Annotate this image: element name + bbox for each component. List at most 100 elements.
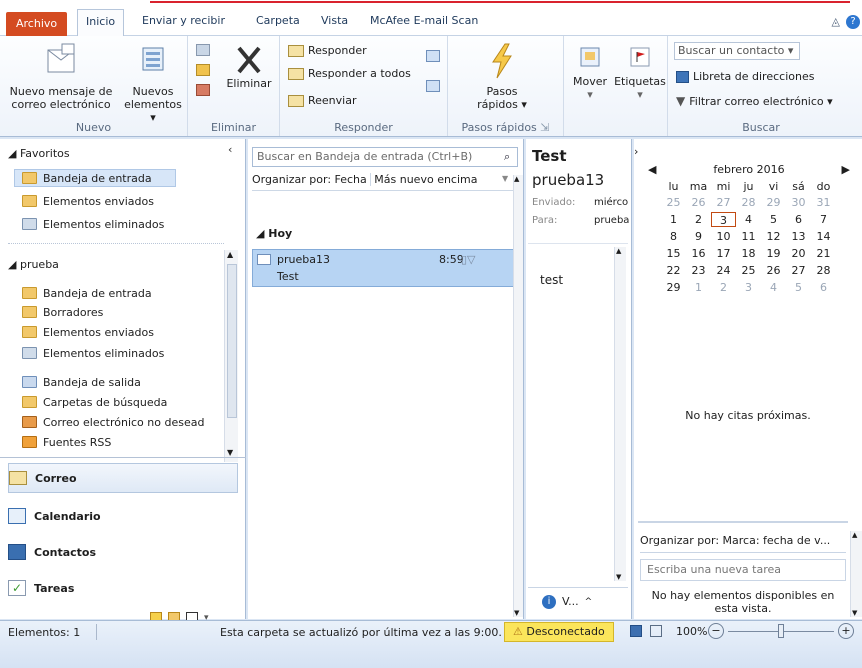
calendar-day[interactable]: 3 (711, 212, 736, 227)
calendar-day[interactable]: 26 (761, 263, 786, 278)
tab-inicio[interactable]: Inicio (77, 9, 125, 36)
folder-drafts[interactable]: Borradores (22, 303, 103, 321)
junk-icon[interactable] (196, 84, 210, 96)
calendar-day[interactable]: 20 (786, 246, 811, 261)
scroll-down-icon[interactable]: ▼ (852, 609, 857, 617)
reply-all-button[interactable]: Responder a todos (288, 67, 411, 80)
calendar-day[interactable]: 31 (811, 195, 836, 210)
folder-outbox[interactable]: Bandeja de salida (22, 373, 141, 391)
calendar-day[interactable]: 21 (811, 246, 836, 261)
minimize-ribbon-icon[interactable]: ◬ (832, 15, 840, 28)
calendar-day[interactable]: 1 (686, 280, 711, 295)
calendar-day[interactable]: 27 (786, 263, 811, 278)
tags-button[interactable]: Etiquetas ▾ (614, 42, 666, 101)
flag-outline-icon[interactable]: ▯▽ (461, 253, 476, 266)
todo-splitter[interactable] (638, 521, 848, 523)
sort-order-button[interactable]: Más nuevo encima (374, 173, 477, 186)
quick-steps-button[interactable]: Pasos rápidos ▾ (462, 42, 542, 111)
scroll-up-icon[interactable]: ▲ (616, 247, 621, 255)
calendar-day[interactable]: 7 (811, 212, 836, 227)
folder-search[interactable]: Carpetas de búsqueda (22, 393, 167, 411)
account-header[interactable]: ◢ prueba (8, 258, 59, 271)
more-respond-icon[interactable] (426, 80, 440, 92)
new-email-button[interactable]: Nuevo mensaje de correo electrónico (4, 42, 118, 111)
calendar-day[interactable]: 28 (736, 195, 761, 210)
calendar-day[interactable]: 14 (811, 229, 836, 244)
tab-enviar-recibir[interactable]: Enviar y recibir (134, 9, 233, 36)
scroll-up-icon[interactable]: ▲ (852, 531, 857, 539)
normal-view-icon[interactable] (630, 625, 642, 637)
info-icon[interactable]: i (542, 594, 556, 609)
search-input[interactable]: Buscar en Bandeja de entrada (Ctrl+B) (252, 147, 518, 167)
calendar-day[interactable]: 18 (736, 246, 761, 261)
dialog-launcher-icon[interactable]: ⇲ (540, 121, 549, 134)
address-book-button[interactable]: Libreta de direcciones (676, 70, 814, 83)
reading-view-icon[interactable] (650, 625, 662, 637)
calendar-day[interactable]: 29 (761, 195, 786, 210)
search-icon[interactable]: ⌕ (504, 150, 510, 164)
zoom-out-icon[interactable]: − (708, 623, 724, 639)
connection-status[interactable]: ⚠ Desconectado (504, 622, 614, 642)
calendar-day[interactable]: 30 (786, 195, 811, 210)
meeting-icon[interactable] (426, 50, 440, 62)
calendar-day[interactable]: 1 (661, 212, 686, 227)
folder-junk[interactable]: Correo electrónico no desead (22, 413, 204, 431)
calendar-day[interactable]: 16 (686, 246, 711, 261)
favorite-deleted[interactable]: Elementos eliminados (22, 215, 164, 233)
folder-deleted[interactable]: Elementos eliminados (22, 344, 164, 362)
calendar-day[interactable]: 8 (661, 229, 686, 244)
calendar-day[interactable]: 13 (786, 229, 811, 244)
filter-email-button[interactable]: ▼ Filtrar correo electrónico ▾ (676, 94, 833, 108)
expand-icon[interactable]: ^ (585, 597, 593, 607)
nav-scroll-thumb[interactable] (227, 264, 237, 418)
zoom-in-icon[interactable]: + (838, 623, 854, 639)
scroll-up-icon[interactable]: ▲ (227, 250, 233, 259)
collapse-todo-icon[interactable]: › (634, 145, 638, 158)
new-items-button[interactable]: Nuevos elementos ▾ (122, 42, 184, 124)
calendar-day[interactable]: 24 (711, 263, 736, 278)
calendar-day[interactable]: 15 (661, 246, 686, 261)
scroll-down-icon[interactable]: ▼ (227, 448, 233, 457)
sort-by-button[interactable]: Organizar por: Fecha (252, 173, 371, 186)
scroll-down-icon[interactable]: ▼ (616, 573, 621, 581)
reading-scrollbar[interactable]: ▲ ▼ (614, 247, 626, 581)
calendar-day[interactable]: 4 (761, 280, 786, 295)
favorites-header[interactable]: ◢ Favoritos (8, 147, 70, 160)
module-calendar[interactable]: Calendario (8, 501, 238, 531)
calendar-day[interactable]: 10 (711, 229, 736, 244)
next-month-icon[interactable]: ▶ (842, 163, 850, 176)
calendar-day[interactable]: 6 (786, 212, 811, 227)
folder-sent[interactable]: Elementos enviados (22, 323, 154, 341)
calendar-day[interactable]: 25 (736, 263, 761, 278)
calendar-day[interactable]: 9 (686, 229, 711, 244)
forward-button[interactable]: Reenviar (288, 94, 357, 107)
tab-carpeta[interactable]: Carpeta (248, 9, 308, 36)
calendar-day[interactable]: 5 (761, 212, 786, 227)
calendar-day[interactable]: 22 (661, 263, 686, 278)
favorite-inbox[interactable]: Bandeja de entrada (14, 169, 176, 187)
scroll-down-icon[interactable]: ▼ (514, 609, 519, 617)
message-list-scrollbar[interactable]: ▲ ▼ (513, 175, 523, 617)
scroll-up-icon[interactable]: ▲ (514, 175, 519, 183)
reading-from[interactable]: prueba13 (532, 171, 604, 189)
new-task-input[interactable]: Escriba una nueva tarea (640, 559, 846, 581)
find-contact-field[interactable]: Buscar un contacto ▾ (674, 42, 800, 60)
zoom-level[interactable]: 100% (676, 625, 707, 638)
calendar-day[interactable]: 5 (786, 280, 811, 295)
tab-mcafee[interactable]: McAfee E-mail Scan (362, 9, 486, 36)
help-icon[interactable]: ? (846, 15, 860, 29)
calendar-day[interactable]: 12 (761, 229, 786, 244)
folder-inbox[interactable]: Bandeja de entrada (22, 284, 152, 302)
cleanup-icon[interactable] (196, 64, 210, 76)
zoom-slider-thumb[interactable] (778, 624, 784, 638)
calendar-day[interactable]: 17 (711, 246, 736, 261)
calendar-day[interactable]: 6 (811, 280, 836, 295)
task-scrollbar[interactable]: ▲ ▼ (850, 531, 862, 617)
tab-archivo[interactable]: Archivo (6, 12, 68, 36)
calendar-day[interactable]: 26 (686, 195, 711, 210)
group-today-header[interactable]: ◢ Hoy (256, 227, 292, 240)
move-button[interactable]: Mover ▾ (568, 42, 612, 101)
tab-vista[interactable]: Vista (313, 9, 356, 36)
module-contacts[interactable]: Contactos (8, 537, 238, 567)
nav-scrollbar[interactable]: ▲ ▼ (224, 250, 238, 462)
